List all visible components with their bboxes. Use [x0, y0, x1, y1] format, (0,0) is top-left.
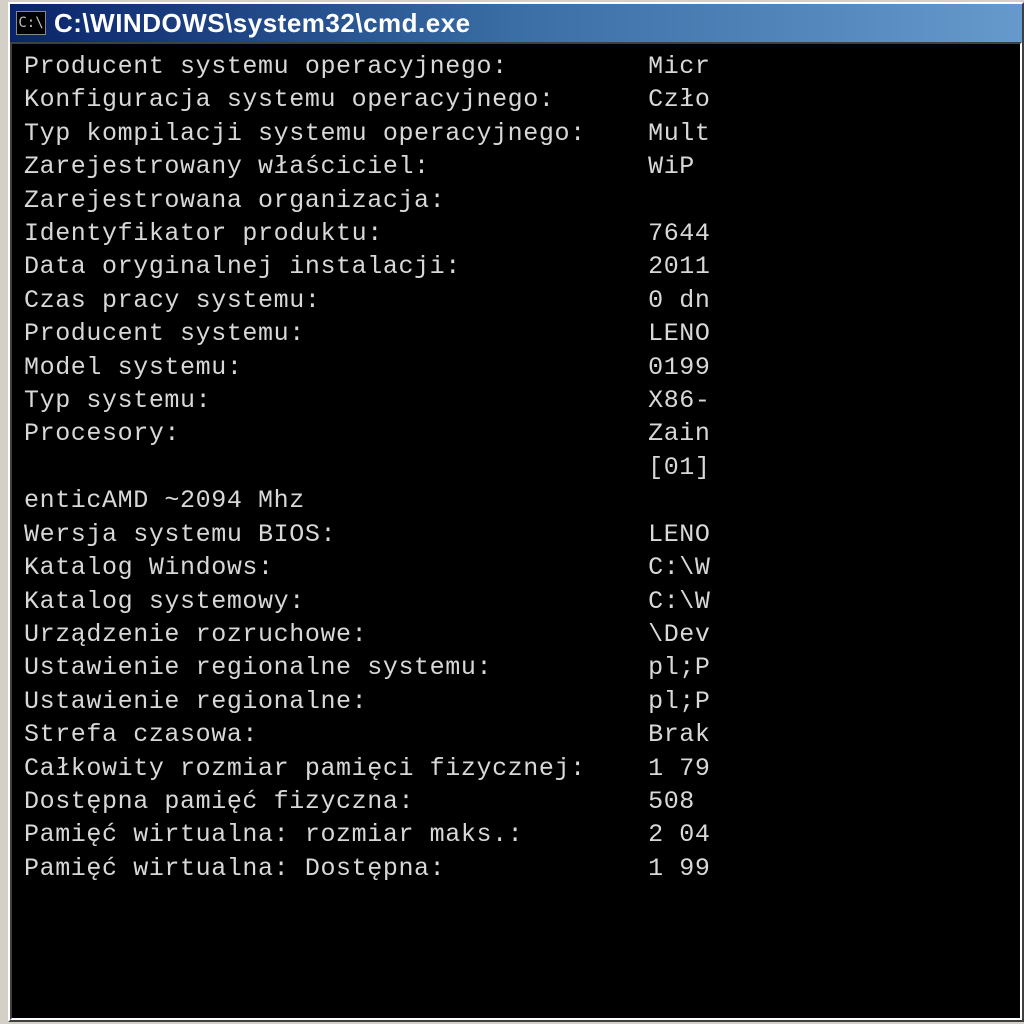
- console-area[interactable]: Producent systemu operacyjnego: Micr Kon…: [10, 42, 1022, 1020]
- cmd-window: C:\ C:\WINDOWS\system32\cmd.exe Producen…: [8, 2, 1024, 1022]
- terminal-output: Producent systemu operacyjnego: Micr Kon…: [24, 50, 1016, 885]
- cmd-icon: C:\: [16, 11, 46, 35]
- titlebar[interactable]: C:\ C:\WINDOWS\system32\cmd.exe: [10, 4, 1022, 42]
- window-title: C:\WINDOWS\system32\cmd.exe: [54, 8, 471, 39]
